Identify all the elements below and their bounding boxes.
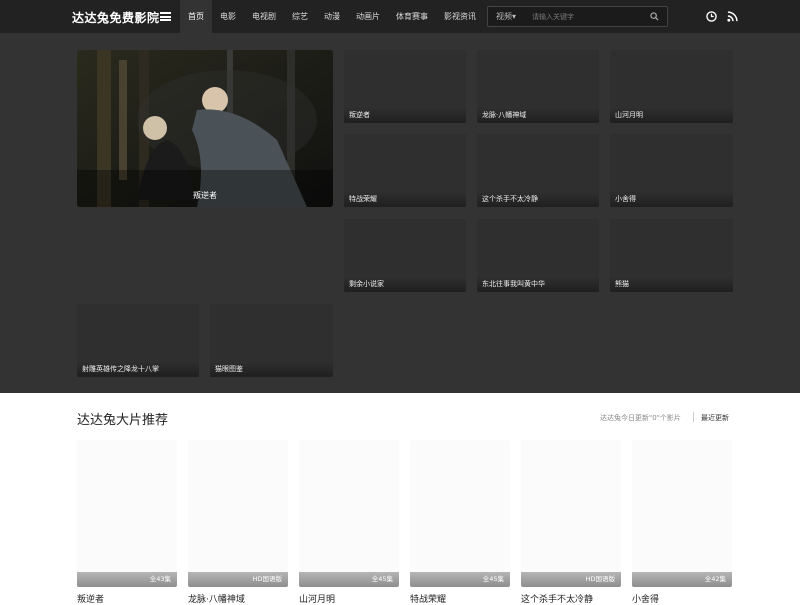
featured-poster-image xyxy=(77,50,333,207)
movie-title[interactable]: 小舍得 xyxy=(632,592,659,605)
hero-card[interactable]: 猫眼图鉴 xyxy=(210,304,333,377)
nav-item-sports[interactable]: 体育赛事 xyxy=(388,0,436,33)
nav-item-variety[interactable]: 综艺 xyxy=(284,0,316,33)
episode-badge: HD国语版 xyxy=(521,572,621,587)
card-title: 小舍得 xyxy=(610,191,733,207)
card-title: 猫眼图鉴 xyxy=(210,361,333,377)
nav-item-tv[interactable]: 电视剧 xyxy=(244,0,284,33)
rss-icon[interactable] xyxy=(727,11,738,22)
hero-card[interactable]: 剩余小说家 xyxy=(344,219,466,292)
hero-card[interactable]: 东北往事我叫黄中华 xyxy=(477,219,599,292)
search-input[interactable] xyxy=(532,9,642,24)
hero-card[interactable]: 这个杀手不太冷静 xyxy=(477,134,599,207)
movie-title[interactable]: 特战荣耀 xyxy=(410,592,446,605)
movie-poster[interactable]: 全45集 xyxy=(410,440,510,587)
movie-poster[interactable]: 全45集 xyxy=(299,440,399,587)
featured-title: 叛逆者 xyxy=(193,191,217,200)
card-title: 东北往事我叫黄中华 xyxy=(477,276,599,292)
nav-item-news[interactable]: 影视资讯 xyxy=(436,0,484,33)
card-title: 这个杀手不太冷静 xyxy=(477,191,599,207)
divider xyxy=(693,412,694,422)
episode-badge: 全45集 xyxy=(299,572,399,587)
section-title: 达达兔大片推荐 xyxy=(77,413,169,428)
nav-item-cartoon[interactable]: 动画片 xyxy=(348,0,388,33)
nav-item-movie[interactable]: 电影 xyxy=(212,0,244,33)
search-type-dropdown[interactable]: 视频▾ xyxy=(496,7,516,26)
menu-icon[interactable] xyxy=(160,12,171,21)
nav-item-home[interactable]: 首页 xyxy=(180,0,212,33)
movie-poster[interactable]: HD国语版 xyxy=(188,440,288,587)
movie-title[interactable]: 龙脉·八幡神域 xyxy=(188,592,245,605)
hero-card[interactable]: 射雕英雄传之降龙十八掌 xyxy=(77,304,199,377)
update-count-text: 达达兔今日更新"0"个影片 xyxy=(600,414,681,422)
latest-updates-link[interactable]: 最近更新 xyxy=(701,413,729,423)
top-header: 达达兔免费影院 首页 电影 电视剧 综艺 动漫 动画片 体育赛事 影视资讯 视频… xyxy=(0,0,800,33)
hero-card[interactable]: 特战荣耀 xyxy=(344,134,466,207)
search-icon[interactable] xyxy=(650,12,659,21)
episode-badge: 全43集 xyxy=(77,572,177,587)
card-title: 叛逆者 xyxy=(344,107,466,123)
card-title: 龙脉·八幡神域 xyxy=(477,107,599,123)
hero-card[interactable]: 叛逆者 xyxy=(344,50,466,123)
featured-movie[interactable]: 叛逆者 xyxy=(77,50,333,207)
card-title: 特战荣耀 xyxy=(344,191,466,207)
movie-title[interactable]: 这个杀手不太冷静 xyxy=(521,592,593,605)
episode-badge: 全45集 xyxy=(410,572,510,587)
card-title: 剩余小说家 xyxy=(344,276,466,292)
search-box: 视频▾ xyxy=(487,6,668,27)
hero-card[interactable]: 熊猫 xyxy=(610,219,733,292)
movie-poster[interactable]: 全42集 xyxy=(632,440,732,587)
hero-card[interactable]: 小舍得 xyxy=(610,134,733,207)
card-title: 射雕英雄传之降龙十八掌 xyxy=(77,361,199,377)
nav-item-anime[interactable]: 动漫 xyxy=(316,0,348,33)
hero-card[interactable]: 山河月明 xyxy=(610,50,733,123)
hero-card[interactable]: 龙脉·八幡神域 xyxy=(477,50,599,123)
movie-title[interactable]: 山河月明 xyxy=(299,592,335,605)
main-nav: 首页 电影 电视剧 综艺 动漫 动画片 体育赛事 影视资讯 xyxy=(180,0,484,33)
card-title: 熊猫 xyxy=(610,276,733,292)
clock-icon[interactable] xyxy=(706,11,717,22)
episode-badge: HD国语版 xyxy=(188,572,288,587)
movie-poster[interactable]: 全43集 xyxy=(77,440,177,587)
movie-title[interactable]: 叛逆者 xyxy=(77,592,104,605)
movie-poster[interactable]: HD国语版 xyxy=(521,440,621,587)
episode-badge: 全42集 xyxy=(632,572,732,587)
card-title: 山河月明 xyxy=(610,107,733,123)
site-logo[interactable]: 达达兔免费影院 xyxy=(72,9,160,26)
